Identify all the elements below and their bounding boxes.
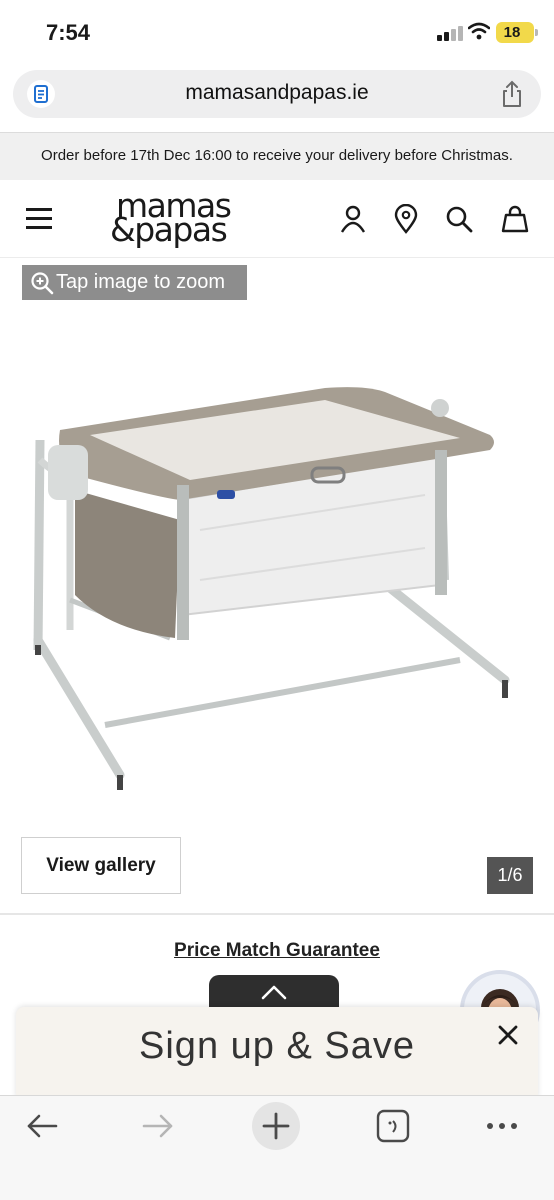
menu-icon[interactable]: [26, 208, 52, 230]
signup-title[interactable]: Sign up & Save: [16, 1025, 538, 1068]
page: 7:54 18 mamasandpapas.ie Order before 17…: [0, 0, 554, 1200]
wifi-icon: [468, 22, 490, 40]
back-arrow-icon[interactable]: [24, 1108, 60, 1144]
bag-icon[interactable]: [500, 204, 530, 234]
status-bar: 7:54 18: [0, 0, 554, 62]
tap-to-zoom-hint[interactable]: Tap image to zoom: [22, 265, 247, 300]
more-icon[interactable]: [484, 1108, 520, 1144]
mamas-papas-logo[interactable]: mamas &papas: [110, 186, 250, 249]
status-time: 7:54: [46, 20, 91, 45]
view-gallery-label: View gallery: [46, 855, 156, 876]
search-icon[interactable]: [444, 204, 474, 234]
account-icon[interactable]: [338, 204, 368, 234]
signup-popup[interactable]: Sign up & Save: [16, 1007, 538, 1099]
browser-toolbar: [0, 1095, 554, 1200]
cellular-signal-icon: [437, 25, 463, 41]
chevron-up-icon: [261, 985, 287, 1000]
image-counter: 1/6: [487, 857, 533, 894]
logo-line-2: &papas: [110, 210, 228, 249]
url-text[interactable]: mamasandpapas.ie: [13, 81, 541, 105]
section-divider: [0, 913, 554, 915]
view-gallery-button[interactable]: View gallery: [21, 837, 181, 894]
image-counter-text: 1/6: [497, 865, 523, 885]
site-header: mamas &papas: [0, 180, 554, 258]
tabs-icon[interactable]: [376, 1108, 410, 1144]
share-icon[interactable]: [499, 80, 525, 108]
promo-text: Order before 17th Dec 16:00 to receive y…: [41, 147, 513, 164]
address-bar[interactable]: mamasandpapas.ie: [13, 70, 541, 118]
promo-banner[interactable]: Order before 17th Dec 16:00 to receive y…: [0, 132, 554, 180]
battery-icon: 18: [496, 22, 538, 43]
close-icon[interactable]: [496, 1023, 520, 1047]
battery-level: 18: [503, 24, 521, 41]
price-match-link[interactable]: Price Match Guarantee: [0, 940, 554, 962]
zoom-in-icon: [31, 272, 54, 295]
product-image-bedside-crib[interactable]: [20, 380, 530, 800]
location-pin-icon[interactable]: [391, 204, 421, 234]
zoom-hint-text: Tap image to zoom: [56, 271, 225, 293]
forward-arrow-icon[interactable]: [140, 1108, 176, 1144]
new-tab-button[interactable]: [252, 1102, 300, 1150]
plus-icon: [262, 1112, 290, 1140]
